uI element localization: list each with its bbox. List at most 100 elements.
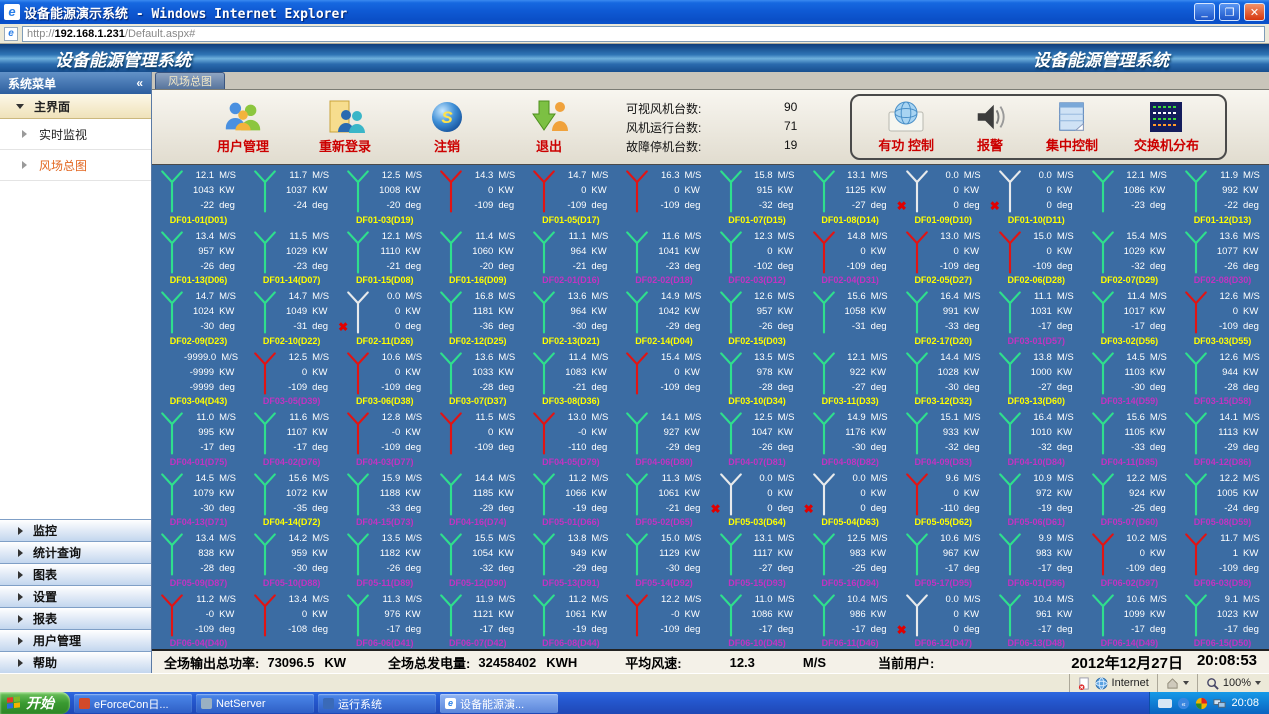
sidebar-group-main[interactable]: 主界面 [0, 94, 151, 119]
turbine-cell[interactable]: ✖ 10.6M/S 0KW -109deg DF03-06(D38) [338, 347, 431, 408]
turbine-cell[interactable]: ✖ 14.7M/S 0KW -109deg DF01-05(D17) [524, 165, 617, 226]
minimize-button[interactable]: _ [1194, 3, 1215, 21]
turbine-cell[interactable]: ✖ 13.1M/S 1125KW -27deg DF01-08(D14) [804, 165, 897, 226]
close-button[interactable]: ✕ [1244, 3, 1265, 21]
sidebar-item-user-management[interactable]: 用户管理 [0, 629, 151, 651]
turbine-cell[interactable]: ✖ 15.5M/S 1054KW -32deg DF05-12(D90) [431, 528, 524, 589]
turbine-cell[interactable]: ✖ 0.0 M/S 0 KW 0 deg DF01-09(D10) [897, 165, 990, 226]
turbine-cell[interactable]: ✖ 9.1M/S 1023KW -17deg DF06-15(D50) [1176, 589, 1269, 650]
turbine-cell[interactable]: ✖ 11.2M/S -0KW -109deg DF06-04(D40) [152, 589, 245, 650]
turbine-cell[interactable]: ✖ 11.5M/S 0KW -109deg [431, 407, 524, 468]
sidebar-item-reports[interactable]: 报表 [0, 607, 151, 629]
turbine-cell[interactable]: ✖ 14.1M/S 1113KW -29deg DF04-12(D86) [1176, 407, 1269, 468]
taskbar-task-netserver[interactable]: NetServer [196, 694, 314, 713]
security-shield-icon[interactable] [1195, 697, 1208, 710]
logout-button[interactable]: S 注销 [396, 99, 498, 155]
turbine-cell[interactable]: ✖ 11.1M/S 1031KW -17deg DF03-01(D57) [990, 286, 1083, 347]
turbine-cell[interactable]: ✖ 13.5M/S 978KW -28deg DF03-10(D34) [711, 347, 804, 408]
sidebar-item-charts[interactable]: 图表 [0, 563, 151, 585]
turbine-cell[interactable]: ✖ 14.8M/S 0KW -109deg DF02-04(D31) [804, 226, 897, 287]
turbine-cell[interactable]: ✖ 11.7M/S 1037KW -24deg [245, 165, 338, 226]
turbine-cell[interactable]: ✖ 15.8M/S 915KW -32deg DF01-07(D15) [711, 165, 804, 226]
network-icon[interactable] [1213, 697, 1227, 710]
sidebar-item-monitor[interactable]: 监控 [0, 519, 151, 541]
user-management-button[interactable]: 用户管理 [192, 99, 294, 155]
turbine-cell[interactable]: ✖ 11.4M/S 1083KW -21deg DF03-08(D36) [524, 347, 617, 408]
turbine-cell[interactable]: ✖ 0.0 M/S 0 KW 0 deg DF05-04(D63) [804, 468, 897, 529]
turbine-cell[interactable]: ✖ 13.4M/S 957KW -26deg DF01-13(D06) [152, 226, 245, 287]
sidebar-item-settings[interactable]: 设置 [0, 585, 151, 607]
turbine-cell[interactable]: ✖ 15.9M/S 1188KW -33deg DF04-15(D73) [338, 468, 431, 529]
turbine-cell[interactable]: ✖ 12.1M/S 922KW -27deg DF03-11(D33) [804, 347, 897, 408]
turbine-cell[interactable]: ✖ 14.2M/S 959KW -30deg DF05-10(D88) [245, 528, 338, 589]
turbine-cell[interactable]: ✖ 12.1M/S 1110KW -21deg DF01-15(D08) [338, 226, 431, 287]
turbine-cell[interactable]: ✖ 12.6M/S 0KW -109deg DF03-03(D55) [1176, 286, 1269, 347]
turbine-cell[interactable]: ✖ 11.3M/S 1061KW -21deg DF05-02(D65) [617, 468, 710, 529]
sidebar-item-help[interactable]: 帮助 [0, 651, 151, 673]
turbine-cell[interactable]: ✖ 14.4M/S 1185KW -29deg DF04-16(D74) [431, 468, 524, 529]
turbine-cell[interactable]: ✖ 15.0M/S 1129KW -30deg DF05-14(D92) [617, 528, 710, 589]
collapse-sidebar-icon[interactable]: « [136, 76, 143, 90]
turbine-cell[interactable]: ✖ 14.3M/S 0KW -109deg [431, 165, 524, 226]
language-icon[interactable]: « [1177, 697, 1190, 710]
turbine-cell[interactable]: ✖ 12.5M/S 1008KW -20deg DF01-03(D19) [338, 165, 431, 226]
protected-mode-control[interactable] [1156, 674, 1197, 692]
turbine-cell[interactable]: ✖ 11.6M/S 1041KW -23deg DF02-02(D18) [617, 226, 710, 287]
turbine-cell[interactable]: ✖ 14.9M/S 1042KW -29deg DF02-14(D04) [617, 286, 710, 347]
turbine-cell[interactable]: ✖ 11.2M/S 1066KW -19deg DF05-01(D66) [524, 468, 617, 529]
turbine-cell[interactable]: ✖ 12.8M/S -0KW -109deg DF04-03(D77) [338, 407, 431, 468]
turbine-cell[interactable]: ✖ 12.1M/S 1086KW -23deg [1083, 165, 1176, 226]
turbine-cell[interactable]: ✖ 11.0M/S 1086KW -17deg DF06-10(D45) [711, 589, 804, 650]
turbine-cell[interactable]: ✖ 13.4M/S 0KW -108deg [245, 589, 338, 650]
turbine-cell[interactable]: ✖ 9.9M/S 983KW -17deg DF06-01(D96) [990, 528, 1083, 589]
turbine-cell[interactable]: ✖ 14.5M/S 1103KW -30deg DF03-14(D59) [1083, 347, 1176, 408]
turbine-cell[interactable]: ✖ 13.0M/S 0KW -109deg DF02-05(D27) [897, 226, 990, 287]
turbine-cell[interactable]: ✖ 14.1M/S 927KW -29deg DF04-06(D80) [617, 407, 710, 468]
exit-button[interactable]: 退出 [498, 99, 600, 155]
turbine-cell[interactable]: ✖ 15.6M/S 1072KW -35deg DF04-14(D72) [245, 468, 338, 529]
turbine-cell[interactable]: ✖ 10.9M/S 972KW -19deg DF05-06(D61) [990, 468, 1083, 529]
sidebar-item-windfarm-overview[interactable]: 风场总图 [0, 150, 151, 181]
turbine-cell[interactable]: ✖ 13.8M/S 949KW -29deg DF05-13(D91) [524, 528, 617, 589]
turbine-cell[interactable]: ✖ 15.4M/S 0KW -109deg [617, 347, 710, 408]
turbine-cell[interactable]: ✖ 11.3M/S 976KW -17deg DF06-06(D41) [338, 589, 431, 650]
keyboard-icon[interactable] [1158, 698, 1173, 708]
turbine-cell[interactable]: ✖ 12.2M/S -0KW -109deg [617, 589, 710, 650]
active-power-control-button[interactable]: 有功 控制 [878, 100, 934, 154]
turbine-cell[interactable]: ✖ 11.5M/S 1029KW -23deg DF01-14(D07) [245, 226, 338, 287]
turbine-cell[interactable]: ✖ 0.0 M/S 0 KW 0 deg DF02-11(D26) [338, 286, 431, 347]
turbine-cell[interactable]: ✖ 11.7M/S 1KW -109deg DF06-03(D98) [1176, 528, 1269, 589]
turbine-cell[interactable]: ✖ 11.0M/S 995KW -17deg DF04-01(D75) [152, 407, 245, 468]
turbine-cell[interactable]: ✖ 12.5M/S 1047KW -26deg DF04-07(D81) [711, 407, 804, 468]
turbine-cell[interactable]: ✖ 9.6M/S 0KW -110deg DF05-05(D62) [897, 468, 990, 529]
turbine-cell[interactable]: ✖ 10.6M/S 1099KW -17deg DF06-14(D49) [1083, 589, 1176, 650]
turbine-cell[interactable]: ✖ 13.6M/S 1077KW -26deg DF02-08(D30) [1176, 226, 1269, 287]
turbine-cell[interactable]: ✖ 13.4M/S 838KW -28deg DF05-09(D87) [152, 528, 245, 589]
turbine-cell[interactable]: ✖ 12.5M/S 983KW -25deg DF05-16(D94) [804, 528, 897, 589]
turbine-cell[interactable]: ✖ 12.2M/S 924KW -25deg DF05-07(D60) [1083, 468, 1176, 529]
turbine-cell[interactable]: ✖ 11.1M/S 964KW -21deg DF02-01(D16) [524, 226, 617, 287]
turbine-cell[interactable]: ✖ 13.0M/S -0KW -110deg DF04-05(D79) [524, 407, 617, 468]
zoom-control[interactable]: 100% [1196, 674, 1269, 692]
turbine-cell[interactable]: ✖ 10.4M/S 986KW -17deg DF06-11(D46) [804, 589, 897, 650]
turbine-cell[interactable]: ✖ 11.4M/S 1060KW -20deg DF01-16(D09) [431, 226, 524, 287]
turbine-cell[interactable]: ✖ 14.7M/S 1049KW -31deg DF02-10(D22) [245, 286, 338, 347]
turbine-cell[interactable]: ✖ 10.6M/S 967KW -17deg DF05-17(D95) [897, 528, 990, 589]
turbine-cell[interactable]: ✖ 13.5M/S 1182KW -26deg DF05-11(D89) [338, 528, 431, 589]
tab-windfarm-overview[interactable]: 风场总图 [155, 72, 225, 89]
turbine-cell[interactable]: ✖ 13.6M/S 964KW -30deg DF02-13(D21) [524, 286, 617, 347]
turbine-cell[interactable]: ✖ 11.2M/S 1061KW -19deg DF06-08(D44) [524, 589, 617, 650]
turbine-cell[interactable]: ✖ 15.6M/S 1105KW -33deg DF04-11(D85) [1083, 407, 1176, 468]
turbine-cell[interactable]: ✖ 11.6M/S 1107KW -17deg DF04-02(D76) [245, 407, 338, 468]
turbine-cell[interactable]: ✖ 13.8M/S 1000KW -27deg DF03-13(D60) [990, 347, 1083, 408]
turbine-cell[interactable]: ✖ 0.0 M/S 0 KW 0 deg DF06-12(D47) [897, 589, 990, 650]
turbine-cell[interactable]: ✖ 0.0 M/S 0 KW 0 deg DF01-10(D11) [990, 165, 1083, 226]
switch-distribution-button[interactable]: 交换机分布 [1134, 100, 1199, 154]
turbine-cell[interactable]: ✖ 12.2M/S 1005KW -24deg DF05-08(D59) [1176, 468, 1269, 529]
turbine-cell[interactable]: ✖ -9999.0M/S -9999KW -9999deg DF03-04(D4… [152, 347, 245, 408]
url-input[interactable]: http://192.168.1.231/Default.aspx# [22, 25, 1265, 42]
alarm-button[interactable]: 报警 [970, 100, 1010, 154]
turbine-cell[interactable]: ✖ 14.5M/S 1079KW -30deg DF04-13(D71) [152, 468, 245, 529]
turbine-cell[interactable]: ✖ 11.9M/S 1121KW -17deg DF06-07(D42) [431, 589, 524, 650]
turbine-cell[interactable]: ✖ 11.9M/S 992KW -22deg DF01-12(D13) [1176, 165, 1269, 226]
